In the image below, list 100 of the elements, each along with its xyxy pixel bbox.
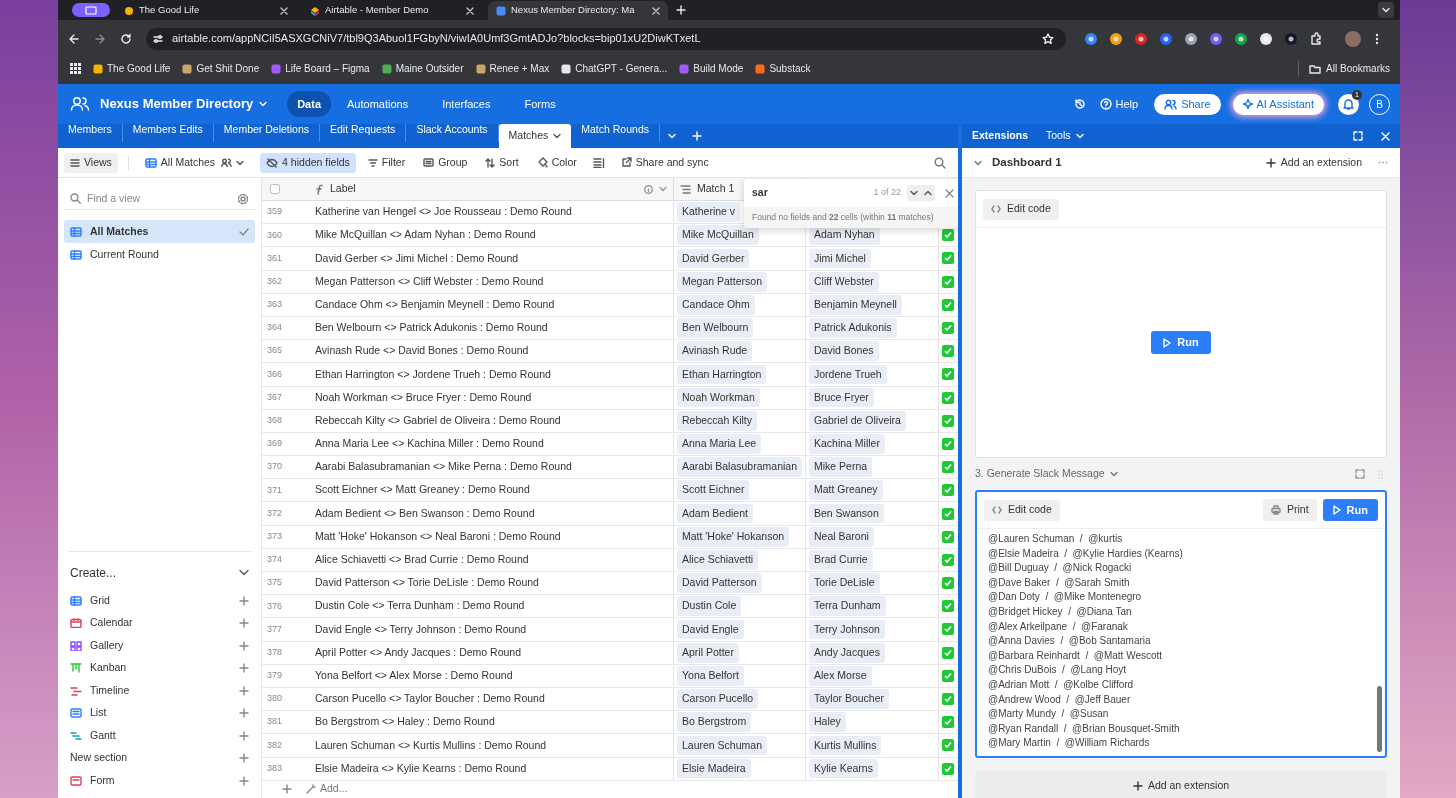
create-view-item[interactable]: Gallery — [64, 634, 255, 657]
extension-icon[interactable] — [1159, 31, 1173, 46]
extension-icon[interactable] — [1084, 31, 1098, 46]
linked-record-chip[interactable]: Kurtis Mullins — [809, 735, 882, 756]
view-switcher-button[interactable]: All Matches — [138, 152, 251, 173]
bookmark-link[interactable]: Get Shit Done — [182, 61, 260, 76]
linked-record-chip[interactable]: Elsie Madeira — [677, 758, 751, 779]
extension-icon[interactable] — [1109, 31, 1123, 46]
linked-record-chip[interactable]: Kylie Kearns — [809, 758, 878, 779]
create-view-item[interactable]: Timeline — [64, 679, 255, 702]
create-view-item[interactable]: Gantt — [64, 724, 255, 747]
extension-icon[interactable] — [1284, 31, 1298, 46]
table-tab[interactable]: Members Edits — [122, 124, 214, 142]
linked-record-chip[interactable]: Mike Perna — [809, 457, 873, 478]
new-tab-icon[interactable] — [676, 5, 686, 15]
linked-record-chip[interactable]: Matt Greaney — [809, 480, 883, 501]
bookmark-link[interactable]: Build Mode — [679, 61, 744, 76]
chevron-down-icon[interactable] — [974, 159, 982, 166]
table-tab[interactable]: Slack Accounts — [406, 124, 499, 142]
profile-button[interactable] — [72, 3, 110, 17]
table-tab[interactable]: Edit Requests — [320, 124, 407, 142]
table-tab[interactable]: Members — [58, 124, 123, 142]
browser-tab[interactable]: Nexus Member Directory: Ma — [488, 1, 668, 20]
chevron-down-icon[interactable] — [239, 569, 249, 576]
linked-record-chip[interactable]: April Potter — [677, 642, 739, 663]
scrollbar-thumb[interactable] — [1377, 686, 1382, 752]
print-button[interactable]: Print — [1263, 499, 1317, 521]
help-button[interactable]: Help — [1099, 95, 1139, 113]
linked-record-chip[interactable]: Terry Johnson — [809, 619, 885, 640]
linked-record-chip[interactable]: Anna Maria Lee — [677, 434, 762, 454]
add-extension-button[interactable]: Add an extension — [1265, 154, 1362, 171]
linked-record-chip[interactable]: Bruce Fryer — [809, 387, 874, 408]
linked-record-chip[interactable]: Bo Bergstrom — [677, 712, 752, 733]
linked-record-chip[interactable]: Torie DeLisle — [809, 573, 880, 593]
extension-icon[interactable] — [1184, 31, 1198, 46]
share-button[interactable]: Share — [1154, 93, 1221, 115]
extension-icon[interactable] — [1259, 31, 1273, 46]
linked-record-chip[interactable]: Ben Welbourn — [677, 318, 754, 338]
nav-tab[interactable]: Forms — [514, 90, 566, 118]
linked-record-chip[interactable]: Adam Bedient — [677, 503, 753, 524]
tab-search-button[interactable] — [1378, 2, 1394, 18]
group-button[interactable]: Group — [417, 152, 474, 173]
linked-record-chip[interactable]: Brad Currie — [809, 550, 873, 570]
star-icon[interactable] — [1042, 32, 1054, 45]
sort-button[interactable]: Sort — [479, 152, 525, 173]
apps-grid-icon[interactable] — [70, 63, 81, 74]
linked-record-chip[interactable]: Ben Swanson — [809, 503, 884, 524]
linked-record-chip[interactable]: Aarabi Balasubramanian — [677, 457, 802, 478]
extensions-tab[interactable]: Extensions — [972, 128, 1029, 144]
create-view-item[interactable]: Form — [64, 769, 255, 792]
run-button[interactable]: Run — [1322, 499, 1378, 521]
linked-record-chip[interactable]: Katherine v — [677, 202, 741, 222]
linked-record-chip[interactable]: Terra Dunham — [809, 596, 886, 617]
bookmark-link[interactable]: Life Board – Figma — [271, 61, 370, 76]
add-extension-button[interactable]: Add an extension — [975, 771, 1387, 798]
settings-icon[interactable] — [237, 192, 249, 205]
table-tab[interactable]: Matches — [498, 124, 572, 148]
linked-record-chip[interactable]: Andy Jacques — [809, 642, 885, 663]
linked-record-chip[interactable]: Jordene Trueh — [809, 364, 887, 385]
color-button[interactable]: Color — [530, 152, 583, 173]
edit-code-button[interactable]: Edit code — [983, 198, 1059, 220]
linked-record-chip[interactable]: Alice Schiavetti — [677, 550, 759, 570]
linked-record-chip[interactable]: David Gerber — [677, 248, 750, 269]
bookmark-link[interactable]: The Good Life — [93, 61, 171, 76]
linked-record-chip[interactable]: David Engle — [677, 619, 744, 640]
bookmark-link[interactable]: Renee + Max — [475, 61, 550, 76]
bookmark-link[interactable]: Maine Outsider — [381, 61, 464, 76]
create-view-item[interactable]: New section — [64, 747, 255, 770]
nav-tab[interactable]: Automations — [337, 90, 419, 118]
linked-record-chip[interactable]: Jimi Michel — [809, 248, 871, 269]
views-button[interactable]: Views — [64, 152, 118, 173]
close-icon[interactable] — [945, 188, 954, 198]
linked-record-chip[interactable]: David Patterson — [677, 573, 762, 593]
table-tab[interactable]: Member Deletions — [213, 124, 320, 142]
linked-record-chip[interactable]: Ethan Harrington — [677, 364, 767, 385]
linked-record-chip[interactable]: Benjamin Meynell — [809, 294, 902, 315]
linked-record-chip[interactable]: Carson Pucello — [677, 689, 759, 709]
more-icon[interactable] — [1375, 32, 1379, 45]
linked-record-chip[interactable]: Patrick Adukonis — [809, 318, 897, 338]
extension-icon[interactable] — [1234, 31, 1248, 46]
reload-icon[interactable] — [120, 32, 132, 45]
linked-record-chip[interactable]: Yona Belfort — [677, 665, 744, 686]
bookmark-link[interactable]: ChatGPT - Genera... — [561, 61, 668, 76]
search-icon[interactable] — [934, 156, 946, 169]
linked-record-chip[interactable]: Dustin Cole — [677, 596, 742, 617]
hidden-fields-button[interactable]: 4 hidden fields — [260, 152, 356, 173]
run-button[interactable]: Run — [1151, 331, 1211, 354]
extension-icon[interactable] — [1134, 31, 1148, 46]
create-view-item[interactable]: Kanban — [64, 657, 255, 680]
checkbox-icon[interactable] — [270, 184, 280, 194]
find-view-field[interactable]: Find a view — [87, 190, 231, 207]
add-record-button[interactable]: Add... — [306, 781, 348, 798]
linked-record-chip[interactable]: Noah Workman — [677, 387, 760, 408]
back-icon[interactable] — [68, 32, 80, 45]
create-view-item[interactable]: Grid — [64, 589, 255, 612]
linked-record-chip[interactable]: Scott Eichner — [677, 480, 750, 501]
linked-record-chip[interactable]: Cliff Webster — [809, 271, 879, 292]
puzzle-icon[interactable] — [1309, 31, 1323, 46]
all-bookmarks-button[interactable]: All Bookmarks — [1298, 61, 1390, 76]
row-height-icon[interactable] — [592, 157, 605, 168]
